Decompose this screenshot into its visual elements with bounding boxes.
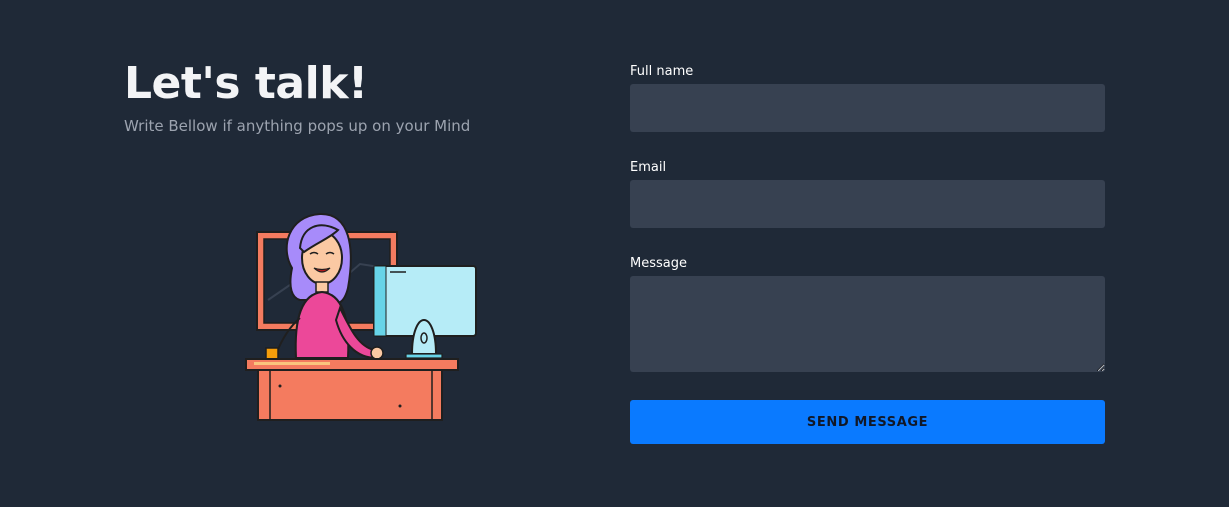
- full-name-group: Full name: [630, 64, 1105, 132]
- email-group: Email: [630, 160, 1105, 228]
- message-textarea[interactable]: [630, 276, 1105, 372]
- page-subtitle: Write Bellow if anything pops up on your…: [124, 116, 471, 135]
- message-label: Message: [630, 256, 687, 271]
- send-message-button[interactable]: SEND MESSAGE: [630, 400, 1105, 444]
- full-name-input[interactable]: [630, 84, 1105, 132]
- hero-section: Let's talk! Write Bellow if anything pop…: [124, 58, 584, 135]
- message-group: Message: [630, 256, 1105, 372]
- page-title: Let's talk!: [124, 58, 368, 109]
- email-input[interactable]: [630, 180, 1105, 228]
- email-label: Email: [630, 160, 667, 175]
- contact-form: Full name Email Message SEND MESSAGE: [630, 64, 1105, 444]
- full-name-label: Full name: [630, 64, 694, 79]
- woman-at-desk-illustration: [240, 208, 480, 428]
